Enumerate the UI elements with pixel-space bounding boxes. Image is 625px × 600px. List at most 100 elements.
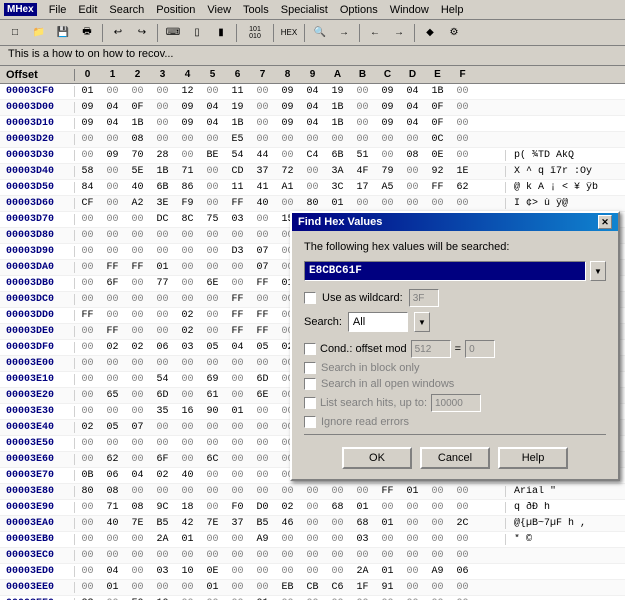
hex-byte[interactable]: 6D [150, 390, 175, 401]
hex-byte[interactable]: 3C [325, 182, 350, 193]
hex-byte[interactable]: 00 [225, 550, 250, 561]
hex-byte[interactable]: FF [250, 326, 275, 337]
hex-byte[interactable]: 00 [125, 278, 150, 289]
hex-byte[interactable]: 00 [250, 406, 275, 417]
hex-byte[interactable]: 05 [250, 342, 275, 353]
hex-byte[interactable]: 00 [75, 534, 100, 545]
hex-byte[interactable]: 00 [125, 550, 150, 561]
hex-byte[interactable]: 00 [100, 310, 125, 321]
hex-byte[interactable]: 04 [125, 470, 150, 481]
hex-byte[interactable]: 00 [125, 230, 150, 241]
menu-file[interactable]: File [43, 2, 73, 18]
hex-byte[interactable]: 00 [350, 86, 375, 97]
hex-byte[interactable]: 54 [150, 374, 175, 385]
hex-byte[interactable]: 04 [400, 102, 425, 113]
hex-byte[interactable]: 00 [125, 566, 150, 577]
open-button[interactable]: 📁 [28, 22, 50, 44]
undo-button[interactable]: ↩ [107, 22, 129, 44]
hex-byte[interactable]: 00 [200, 294, 225, 305]
hex-byte[interactable]: 00 [325, 550, 350, 561]
hex-byte[interactable]: 00 [75, 134, 100, 145]
hex-byte[interactable]: 00 [200, 86, 225, 97]
menu-specialist[interactable]: Specialist [275, 2, 334, 18]
hex-byte[interactable]: 00 [175, 454, 200, 465]
hex-byte[interactable]: 02 [125, 342, 150, 353]
hex-byte[interactable]: 1B [225, 118, 250, 129]
wildcard-checkbox[interactable] [304, 292, 316, 304]
hex-byte[interactable]: 37 [225, 518, 250, 529]
hex-byte[interactable]: 00 [175, 438, 200, 449]
hex-byte[interactable]: 00 [150, 550, 175, 561]
hex-byte[interactable]: 01 [100, 582, 125, 593]
hex-byte[interactable]: 00 [200, 166, 225, 177]
hex-byte[interactable]: 07 [250, 262, 275, 273]
hex-byte[interactable]: 00 [225, 358, 250, 369]
hex-byte[interactable]: 00 [200, 438, 225, 449]
hex-byte[interactable]: 40 [125, 182, 150, 193]
hex-byte[interactable]: 3A [325, 166, 350, 177]
hex-byte[interactable]: 00 [125, 438, 150, 449]
hex-byte[interactable]: 00 [225, 262, 250, 273]
hex-byte[interactable]: 00 [350, 198, 375, 209]
hex-byte[interactable]: 00 [300, 550, 325, 561]
hex-byte[interactable]: 04 [300, 102, 325, 113]
hex-byte[interactable]: 00 [200, 134, 225, 145]
hex-byte[interactable]: 00 [75, 582, 100, 593]
hex-byte[interactable]: FF [250, 310, 275, 321]
hex-byte[interactable]: 1E [450, 166, 475, 177]
hex-byte[interactable]: 00 [225, 438, 250, 449]
hex-byte[interactable]: 00 [100, 294, 125, 305]
hex-byte[interactable]: 00 [300, 166, 325, 177]
hex-byte[interactable]: 02 [275, 502, 300, 513]
hex-byte[interactable]: 00 [225, 534, 250, 545]
hex-byte[interactable]: 79 [375, 166, 400, 177]
hex-byte[interactable]: 00 [100, 198, 125, 209]
hex-byte[interactable]: 01 [375, 566, 400, 577]
hex-byte[interactable]: BE [200, 150, 225, 161]
hex-byte[interactable]: FF [75, 310, 100, 321]
hex-byte[interactable]: 00 [125, 390, 150, 401]
back-button[interactable]: ← [364, 22, 386, 44]
menu-window[interactable]: Window [384, 2, 435, 18]
search-dropdown[interactable]: All [348, 312, 408, 332]
hex-byte[interactable]: 00 [250, 486, 275, 497]
hex-byte[interactable]: F9 [175, 198, 200, 209]
hex-byte[interactable]: 00 [100, 550, 125, 561]
hex-byte[interactable]: 00 [225, 566, 250, 577]
hex-byte[interactable]: 00 [200, 198, 225, 209]
hex-byte[interactable]: 05 [100, 422, 125, 433]
hex-byte[interactable]: 00 [100, 438, 125, 449]
hex-byte[interactable]: 00 [200, 470, 225, 481]
hex-byte[interactable]: 00 [450, 534, 475, 545]
hex-byte[interactable]: 00 [225, 422, 250, 433]
hex-byte[interactable]: 09 [100, 150, 125, 161]
hex-byte[interactable]: 00 [150, 118, 175, 129]
hex-byte[interactable]: 00 [100, 182, 125, 193]
hex-byte[interactable]: 00 [275, 486, 300, 497]
hex-byte[interactable]: 04 [400, 118, 425, 129]
hex-byte[interactable]: 80 [300, 198, 325, 209]
hex-byte[interactable]: 00 [75, 438, 100, 449]
hex-byte[interactable]: 11 [225, 182, 250, 193]
hex-byte[interactable]: 02 [100, 342, 125, 353]
hex-byte[interactable]: 0F [425, 102, 450, 113]
hex-byte[interactable]: 00 [225, 374, 250, 385]
hex-byte[interactable]: 00 [350, 550, 375, 561]
menu-options[interactable]: Options [334, 2, 384, 18]
hex-byte[interactable]: 00 [400, 198, 425, 209]
hex-byte[interactable]: 00 [200, 262, 225, 273]
hex-byte[interactable]: FF [375, 486, 400, 497]
hex-byte[interactable]: 00 [450, 86, 475, 97]
hex-byte[interactable]: 09 [375, 118, 400, 129]
redo-button[interactable]: ↪ [131, 22, 153, 44]
hex-byte[interactable]: A5 [375, 182, 400, 193]
hex-byte[interactable]: 04 [200, 102, 225, 113]
hex-byte[interactable]: CB [300, 582, 325, 593]
hex-byte[interactable]: 00 [400, 518, 425, 529]
hex-byte[interactable]: 06 [100, 470, 125, 481]
dialog-close-button[interactable]: ✕ [598, 215, 612, 229]
hex-byte[interactable]: 00 [150, 102, 175, 113]
hex-byte[interactable]: 62 [450, 182, 475, 193]
hex-byte[interactable]: FF [225, 294, 250, 305]
hex-byte[interactable]: 00 [100, 406, 125, 417]
